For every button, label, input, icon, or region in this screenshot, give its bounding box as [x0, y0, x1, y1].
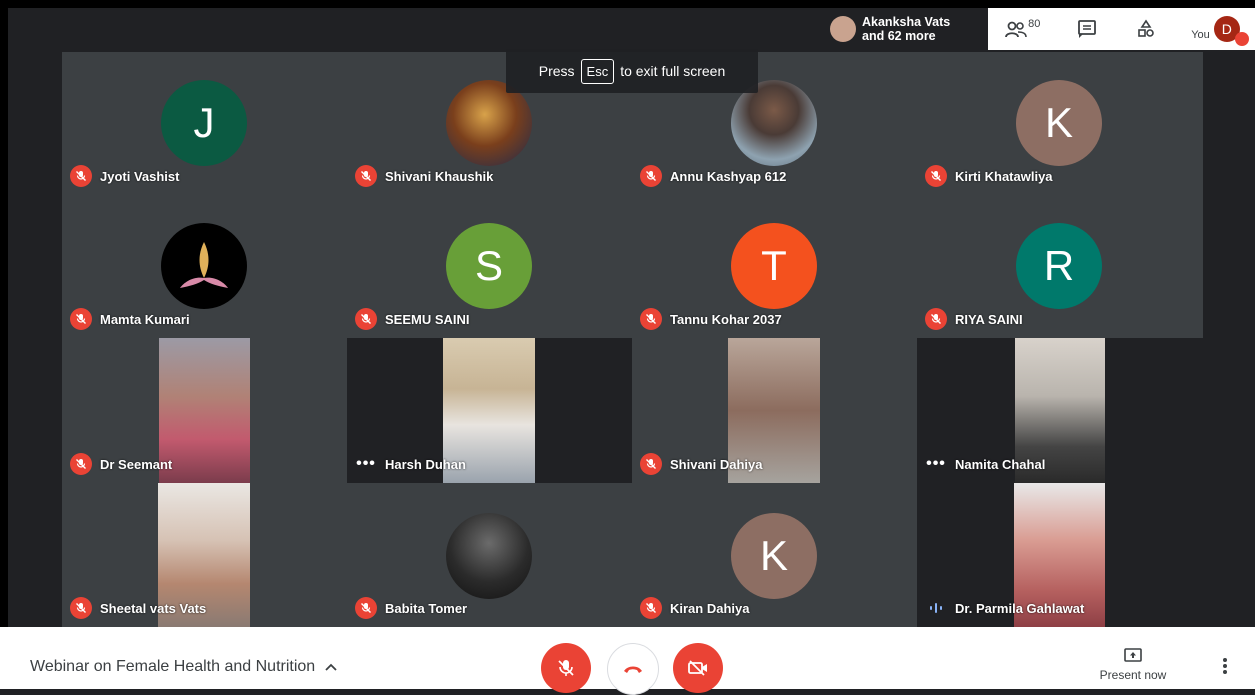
participant-name: Dr. Parmila Gahlawat — [955, 600, 1085, 616]
banner-rest-text: to exit full screen — [620, 63, 726, 79]
people-button[interactable]: 80 — [988, 8, 1057, 50]
camera-off-icon — [688, 660, 707, 676]
more-options-button[interactable] — [1222, 657, 1234, 680]
avatar: T — [731, 223, 817, 309]
avatar — [161, 223, 247, 309]
participant-name: Kiran Dahiya — [670, 600, 750, 616]
video-grid-stage: J Jyoti Vashist Shivani Khaushik Annu Ka… — [0, 0, 1255, 627]
camera-toggle-button[interactable] — [673, 643, 723, 693]
mic-off-icon — [70, 597, 92, 619]
top-edge — [0, 0, 1255, 8]
mic-off-icon — [925, 308, 947, 330]
participant-tile-kirti-khatawliya[interactable]: K Kirti Khatawliya — [917, 52, 1203, 195]
chat-button[interactable] — [1057, 8, 1116, 50]
summary-name: Akanksha Vats — [862, 15, 951, 29]
self-mic-off-icon — [1235, 32, 1249, 46]
esc-key-label: Esc — [580, 58, 615, 84]
meeting-details[interactable]: Webinar on Female Health and Nutrition — [30, 658, 337, 676]
participant-name: Kirti Khatawliya — [955, 168, 1053, 184]
present-now-label: Present now — [1099, 668, 1167, 682]
banner-press-text: Press — [538, 63, 575, 79]
more-vertical-icon — [1223, 658, 1227, 674]
participant-tile-dr-parmila-gahlawat[interactable]: Dr. Parmila Gahlawat — [917, 483, 1203, 627]
mic-off-icon — [640, 453, 662, 475]
chevron-up-icon — [325, 663, 337, 671]
avatar — [830, 16, 856, 42]
bottom-bar: Webinar on Female Health and Nutrition P… — [0, 627, 1255, 695]
avatar: S — [446, 223, 532, 309]
chat-icon — [1078, 20, 1096, 38]
participant-name: Harsh Duhan — [385, 456, 466, 472]
people-count: 80 — [1028, 18, 1041, 30]
mic-off-icon — [70, 165, 92, 187]
more-audio-icon: ••• — [356, 455, 376, 472]
more-audio-icon: ••• — [926, 455, 946, 472]
self-view-button[interactable]: You D — [1176, 8, 1255, 50]
mic-off-icon — [355, 308, 377, 330]
present-screen-icon — [1124, 648, 1142, 662]
mic-off-icon — [640, 165, 662, 187]
activities-button[interactable] — [1117, 8, 1176, 50]
left-edge — [0, 0, 8, 627]
mic-off-icon — [355, 597, 377, 619]
avatar: K — [1016, 80, 1102, 166]
mic-off-icon — [558, 660, 574, 676]
mic-off-icon — [70, 308, 92, 330]
avatar: K — [731, 513, 817, 599]
participant-tile-babita-tomer[interactable]: Babita Tomer — [347, 483, 632, 627]
participant-tile-dr-seemant[interactable]: Dr Seemant — [62, 338, 347, 483]
avatar: R — [1016, 223, 1102, 309]
participant-tile-sheetal-vats[interactable]: Sheetal vats Vats — [62, 483, 347, 627]
microphone-toggle-button[interactable] — [541, 643, 591, 693]
present-now-button[interactable]: Present now — [1098, 647, 1168, 682]
participant-name: Babita Tomer — [385, 600, 468, 616]
activities-icon — [1138, 19, 1155, 37]
participant-name: Dr Seemant — [100, 456, 173, 472]
mic-off-icon — [640, 308, 662, 330]
avatar — [446, 513, 532, 599]
you-label: You — [1191, 29, 1210, 41]
participant-name: Namita Chahal — [955, 456, 1046, 472]
participant-tile-shivani-dahiya[interactable]: Shivani Dahiya — [632, 338, 917, 483]
participant-name: Shivani Dahiya — [670, 456, 763, 472]
mic-off-icon — [70, 453, 92, 475]
participant-name: SEEMU SAINI — [385, 311, 470, 327]
participant-name: Sheetal vats Vats — [100, 600, 207, 616]
participant-tile-mamta-kumari[interactable]: Mamta Kumari — [62, 195, 347, 338]
participant-tile-kiran-dahiya[interactable]: K Kiran Dahiya — [632, 483, 917, 627]
participant-name: Mamta Kumari — [100, 311, 190, 327]
summary-more: and 62 more — [862, 29, 936, 43]
exit-fullscreen-banner: Press Esc to exit full screen — [506, 49, 758, 93]
meeting-title: Webinar on Female Health and Nutrition — [30, 658, 316, 675]
mic-off-icon — [640, 597, 662, 619]
participant-name: Annu Kashyap 612 — [670, 168, 787, 184]
participant-summary[interactable]: Akanksha Vats and 62 more — [822, 8, 989, 50]
avatar: J — [161, 80, 247, 166]
participant-name: Jyoti Vashist — [100, 168, 180, 184]
participant-name: RIYA SAINI — [955, 311, 1023, 327]
mic-off-icon — [355, 165, 377, 187]
participant-tile-namita-chahal[interactable]: ••• Namita Chahal — [917, 338, 1203, 483]
speaking-indicator-icon — [925, 597, 947, 619]
participant-tile-jyoti-vashist[interactable]: J Jyoti Vashist — [62, 52, 347, 195]
top-bar: Akanksha Vats and 62 more 80 You D — [822, 8, 1255, 50]
leave-call-button[interactable] — [607, 643, 659, 695]
lotus-logo-icon — [180, 242, 228, 288]
mic-off-icon — [925, 165, 947, 187]
video-feed — [159, 338, 250, 483]
participant-name: Shivani Khaushik — [385, 168, 494, 184]
participant-tile-seemu-saini[interactable]: S SEEMU SAINI — [347, 195, 632, 338]
participant-tile-harsh-duhan[interactable]: ••• Harsh Duhan — [347, 338, 632, 483]
people-icon — [1005, 21, 1027, 38]
hang-up-icon — [624, 666, 642, 673]
participant-tile-tannu-kohar[interactable]: T Tannu Kohar 2037 — [632, 195, 917, 338]
participant-tile-riya-saini[interactable]: R RIYA SAINI — [917, 195, 1203, 338]
participant-name: Tannu Kohar 2037 — [670, 311, 782, 327]
